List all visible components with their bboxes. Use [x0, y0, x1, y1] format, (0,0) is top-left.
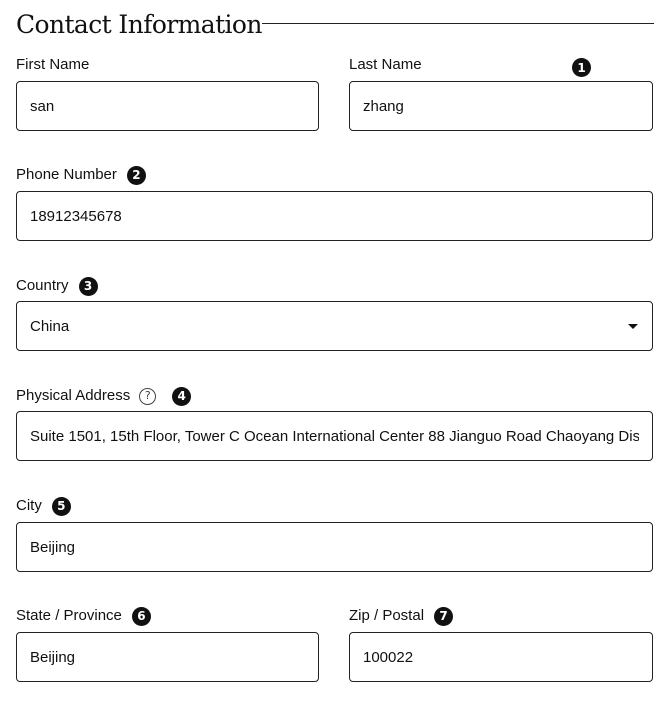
- first-name-label-text: First Name: [16, 56, 90, 73]
- phone-number-label: Phone Number 2: [16, 165, 146, 185]
- physical-address-label: Physical Address ? 4: [16, 386, 192, 406]
- annotation-badge-1: 1: [572, 58, 591, 77]
- last-name-input[interactable]: [349, 81, 653, 131]
- caret-down-icon: [628, 323, 638, 329]
- first-name-input[interactable]: [16, 81, 319, 131]
- question-circle-icon[interactable]: ?: [139, 387, 157, 405]
- physical-address-label-text: Physical Address: [16, 387, 131, 404]
- city-input[interactable]: [16, 522, 653, 572]
- state-province-label: State / Province 6: [16, 606, 151, 626]
- country-selected-value: China: [30, 317, 70, 335]
- section-title: Contact Information: [16, 10, 262, 39]
- last-name-label-text: Last Name: [349, 56, 422, 73]
- zip-postal-label-text: Zip / Postal: [349, 607, 425, 624]
- city-label: City 5: [16, 496, 71, 516]
- annotation-badge-7: 7: [434, 606, 454, 626]
- annotation-badge-4: 4: [172, 386, 192, 406]
- annotation-badge-5: 5: [51, 496, 71, 516]
- country-select[interactable]: China: [16, 301, 653, 351]
- last-name-label: Last Name: [349, 55, 422, 75]
- zip-postal-input[interactable]: [349, 632, 653, 682]
- phone-number-input[interactable]: [16, 191, 653, 241]
- physical-address-input[interactable]: [16, 411, 653, 461]
- annotation-badge-6: 6: [131, 606, 151, 626]
- annotation-badge-2: 2: [126, 165, 146, 185]
- title-divider: [262, 23, 654, 24]
- annotation-badge-3: 3: [78, 276, 98, 296]
- state-province-label-text: State / Province: [16, 607, 122, 624]
- country-label: Country 3: [16, 276, 98, 296]
- country-label-text: Country: [16, 277, 69, 294]
- first-name-label: First Name: [16, 55, 89, 75]
- city-label-text: City: [16, 497, 42, 514]
- phone-number-label-text: Phone Number: [16, 166, 117, 183]
- state-province-input[interactable]: [16, 632, 319, 682]
- zip-postal-label: Zip / Postal 7: [349, 606, 454, 626]
